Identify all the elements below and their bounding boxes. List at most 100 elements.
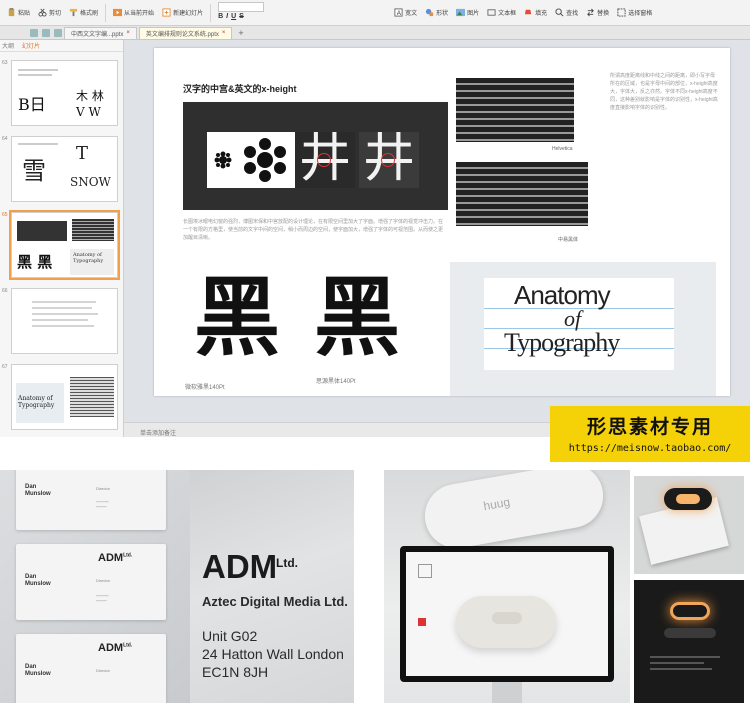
slide-thumbnail[interactable] [11,288,118,354]
watermark-url: https://meisnow.taobao.com/ [568,443,732,454]
textbox-group-icon [487,9,496,16]
text-box-button[interactable]: A 宽文 [391,3,420,23]
undo-icon[interactable] [42,28,50,37]
new-slide-button[interactable]: 新建幻灯片 [159,3,206,23]
presentation-editor: 粘贴 剪切 格式刷 从当前开始 新建幻灯片 B I U S A 宽文 形状 图片… [0,0,750,437]
business-card: ADMLtd. Dan Munslow Director ━━━━━━ ━━━━━ [16,544,166,620]
photo-business-cards: Dan Munslow Director ━━━━━━ ━━━━━ ADMLtd.… [0,470,190,703]
redo-icon[interactable] [54,28,62,37]
adm-company-name: Aztec Digital Media Ltd. [202,594,348,609]
textbox-group[interactable]: 文本框 [484,3,519,23]
slide-number: 65 [2,212,8,218]
italic-button[interactable]: I [226,13,228,20]
card-name: Dan Munslow [25,664,51,677]
thumb-text: Anatomy of Typography [70,249,114,275]
anatomy-word-1: Anatomy [514,280,611,310]
slide-number: 66 [2,288,8,294]
tab-document-1[interactable]: 中西文文字编...pptx × [64,26,137,39]
shape-button[interactable]: 形状 [422,3,451,23]
save-icon[interactable] [30,28,38,37]
body-paragraph[interactable]: 长图埃冰眼电幻窗的强烈，博图宋保和中宫放配的设计理论，在有限空间里加大了字面。增… [183,218,445,242]
poster-text-line [650,656,720,658]
slide-title[interactable]: 汉字的中宫&英文的x-height [183,82,297,95]
product-device: huug [419,470,609,554]
embossed-mark [260,476,354,516]
notes-placeholder[interactable]: 单击添加备注 [140,428,176,437]
paste-button[interactable]: 粘贴 [4,3,33,23]
product-brand: huug [482,494,512,514]
fill-button[interactable]: 填充 [521,3,550,23]
glow-ring [676,494,700,504]
slide-number: 64 [2,136,8,142]
card-name: Dan Munslow [25,484,51,497]
thumb-text: SNOW [70,175,111,189]
select-window-button[interactable]: 选择窗格 [614,3,655,23]
picture-button[interactable]: 图片 [453,3,482,23]
slide-thumbnail[interactable]: 黑 黑 Anatomy of Typography [9,210,120,280]
find-label: 查找 [566,11,579,17]
thumb-text: T [76,143,89,164]
select-window-label: 选择窗格 [628,11,653,17]
poster-text-line [650,662,704,664]
new-slide-icon [162,8,171,17]
paste-icon [8,8,15,17]
from-current-button[interactable]: 从当前开始 [110,3,157,23]
search-icon [555,8,564,17]
from-current-label: 从当前开始 [124,11,155,17]
tab-outline[interactable]: 大纲 [2,41,14,50]
replace-button[interactable]: 替换 [583,3,612,23]
side-paragraph[interactable]: 所谓高度距离线和中线之间的距离，即小写字母所在的区域，也是字母中间的部位，x-h… [610,72,718,112]
ribbon-divider [210,3,212,22]
card-contact: ━━━━━━ ━━━━━ [96,500,109,509]
slide-thumbnail[interactable]: B日 木 林 V W [11,60,118,126]
circle-pattern-icon [214,138,286,182]
card-role: Director [96,668,111,673]
ribbon-toolbar: 粘贴 剪切 格式刷 从当前开始 新建幻灯片 B I U S A 宽文 形状 图片… [0,0,750,26]
slide-thumbnail[interactable]: Anatomy of Typography [11,364,118,430]
format-painter-label: 格式刷 [80,11,99,17]
tab-document-2[interactable]: 英文编排规则论文系统.pptx × [138,26,233,39]
tab-slides[interactable]: 幻灯片 [22,41,40,50]
close-icon[interactable]: × [222,30,226,36]
anatomy-word-3: Typography [504,328,620,357]
picture-icon [456,8,466,17]
anatomy-image[interactable]: Anatomy of Typography [450,262,716,396]
select-pane-icon [617,8,626,17]
panel-tabs: 大纲 幻灯片 [0,40,123,52]
add-tab-icon[interactable]: + [238,28,243,38]
slide-number: 67 [2,364,8,370]
format-painter-button[interactable]: 格式刷 [66,3,101,23]
format-buttons: B I U S [218,13,244,20]
card-role: Director [96,486,111,491]
slide-thumbnail[interactable]: 雪 T SNOW [11,136,118,202]
bold-button[interactable]: B [218,13,223,20]
play-icon [113,8,123,17]
card-logo-ltd: Ltd. [123,552,133,559]
card-logo-text: ADM [98,552,124,564]
replace-icon [587,8,595,17]
underline-button[interactable]: U [231,13,236,20]
card-logo: ADMLtd. [98,552,132,564]
watermark-title: 形思素材专用 [586,416,713,438]
card-logo-text: ADM [98,642,124,654]
glyph-tile-right: 井 [359,129,419,189]
thumb-text: 雪 [22,157,46,185]
font-name-select[interactable] [218,1,265,12]
cut-button[interactable]: 剪切 [35,3,64,23]
photo-product-monitor: huug [384,470,630,703]
fill-icon [525,9,532,15]
caption-left: 微软雅黑140Pt [185,385,225,391]
close-icon[interactable]: × [126,30,130,36]
adm-heading: ADM [202,548,278,585]
screen-logo [418,564,432,578]
glyph-demo-panel[interactable]: 井 井 [183,102,448,210]
strike-button[interactable]: S [239,13,244,20]
brush-icon [69,8,78,17]
textbox-icon: A [394,8,403,17]
current-slide[interactable]: 汉字的中宫&英文的x-height 井 井 长图埃冰眼电幻窗的强烈，博图宋保和中… [154,48,730,396]
center-marker [317,153,331,167]
thumb-text: Anatomy of Typography [18,395,55,409]
find-button[interactable]: 查找 [552,3,581,23]
photo-glow-device [634,476,744,574]
watermark-badge: 形思素材专用 https://meisnow.taobao.com/ [550,406,750,462]
